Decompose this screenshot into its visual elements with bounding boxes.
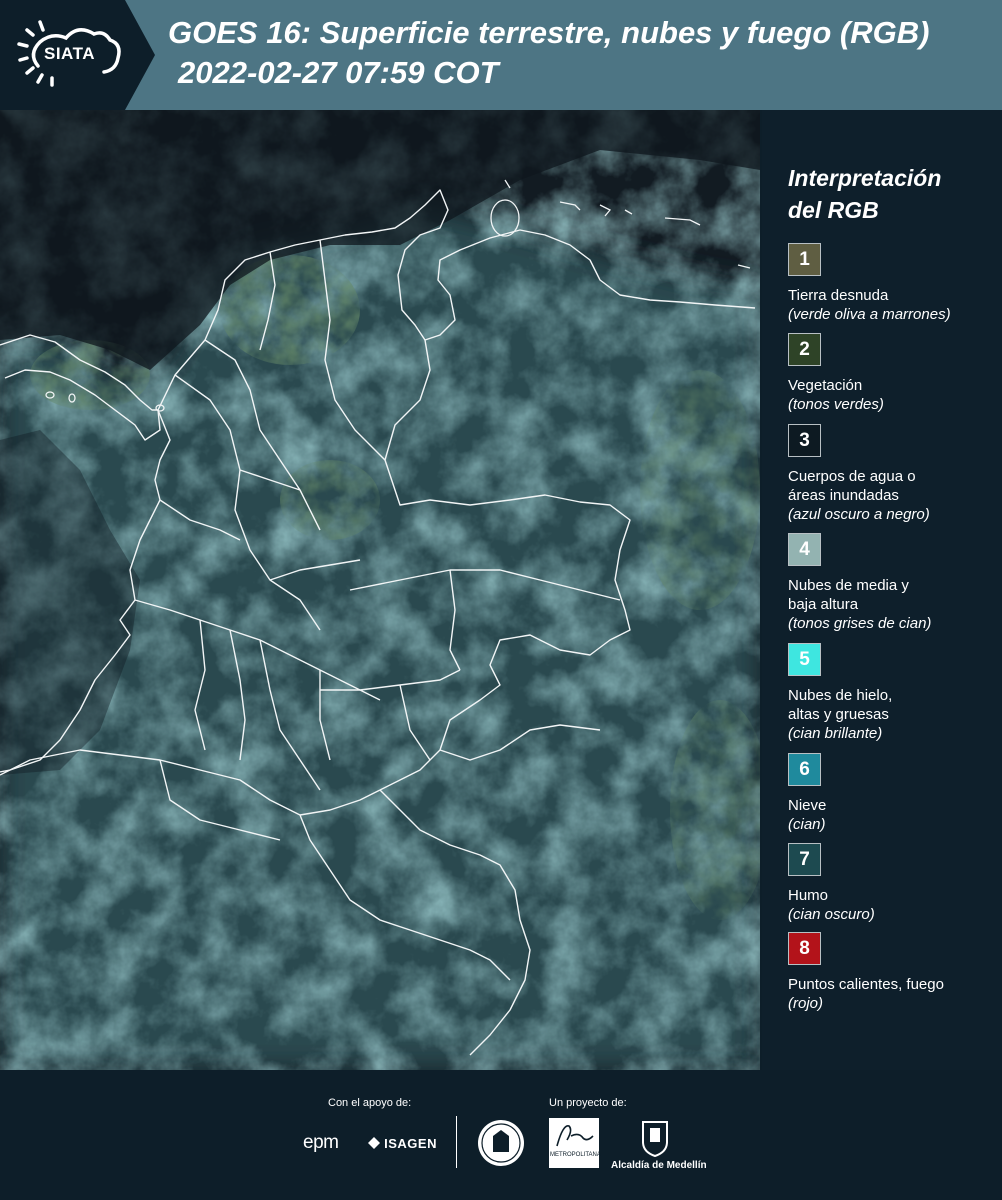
legend-item-7: 7 Humo (cian oscuro) <box>788 843 998 924</box>
legend-swatch-2: 2 <box>788 333 821 366</box>
page-datetime: 2022-02-27 07:59 COT <box>178 55 499 90</box>
epm-logo: epm <box>303 1132 339 1153</box>
legend-item-5: 5 Nubes de hielo, altas y gruesas (cian b… <box>788 643 998 743</box>
map-image <box>0 110 760 1070</box>
legend-item-1: 1 Tierra desnuda (verde oliva a marrones… <box>788 243 998 324</box>
alcaldia-label: Alcaldía de Medellín <box>611 1160 707 1171</box>
support-label: Con el apoyo de: <box>328 1097 412 1109</box>
legend-item-4: 4 Nubes de media y baja altura (tonos gri… <box>788 533 998 633</box>
medellin-coat-of-arms-icon <box>642 1121 668 1158</box>
legend-swatch-4: 4 <box>788 533 821 566</box>
footer-divider <box>456 1116 457 1168</box>
area-metropolitana-logo <box>549 1118 599 1168</box>
area-metropolitana-text: METROPOLITANA <box>550 1152 601 1158</box>
legend-item-6: 6 Nieve (cian) <box>788 753 998 834</box>
siata-logo: SIATA <box>0 0 155 110</box>
logo-text: SIATA <box>44 44 95 63</box>
footer: Con el apoyo de: Un proyecto de: epm ISA… <box>0 1070 1002 1200</box>
legend-item-2: 2 Vegetación (tonos verdes) <box>788 333 998 414</box>
isagen-logo: ISAGEN <box>368 1136 437 1151</box>
legend-swatch-1: 1 <box>788 243 821 276</box>
legend-title: Interpretación del RGB <box>788 165 942 223</box>
area-script-icon <box>556 1125 594 1147</box>
legend-swatch-7: 7 <box>788 843 821 876</box>
page-title: GOES 16: Superficie terrestre, nubes y f… <box>168 15 930 50</box>
legend-swatch-6: 6 <box>788 753 821 786</box>
legend-panel: Interpretación del RGB 1 Tierra desnuda … <box>762 110 1002 1070</box>
university-seal-icon <box>478 1120 524 1166</box>
legend-item-8: 8 Puntos calientes, fuego (rojo) <box>788 932 998 1013</box>
legend-swatch-5: 5 <box>788 643 821 676</box>
satellite-map[interactable] <box>0 110 760 1070</box>
legend-item-3: 3 Cuerpos de agua o áreas inundadas (azul… <box>788 424 998 524</box>
header: SIATA GOES 16: Superficie terrestre, nub… <box>0 0 1002 110</box>
project-label: Un proyecto de: <box>549 1097 627 1109</box>
legend-swatch-8: 8 <box>788 932 821 965</box>
legend-swatch-3: 3 <box>788 424 821 457</box>
isagen-mark-icon <box>368 1137 380 1149</box>
